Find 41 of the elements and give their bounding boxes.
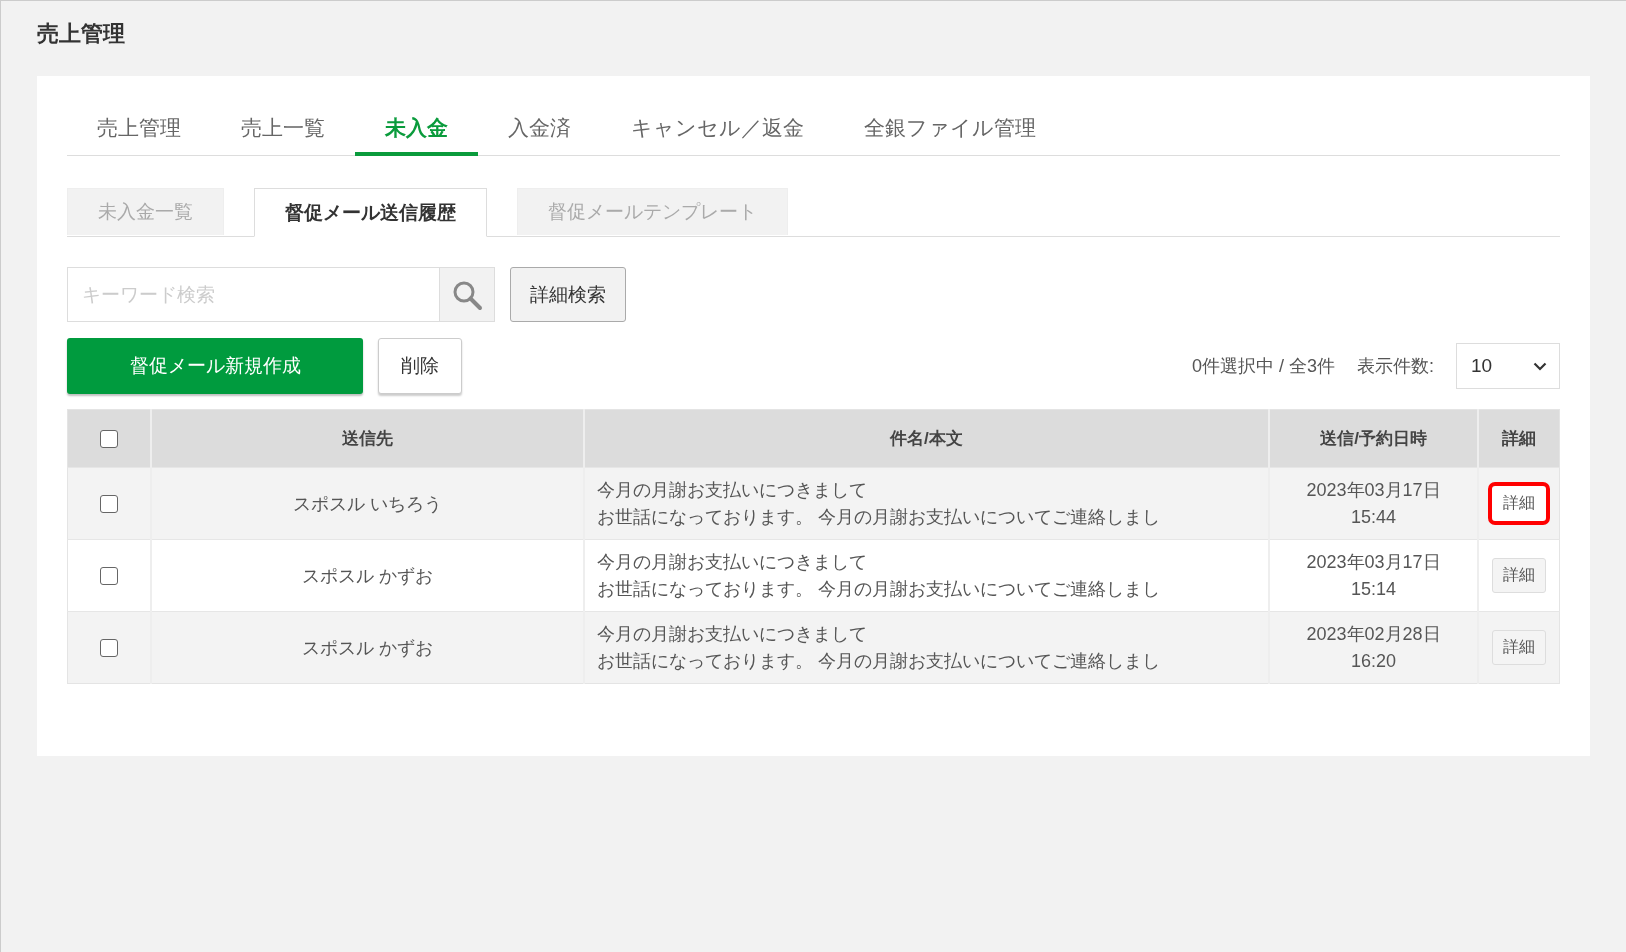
sent-date: 2023年03月17日	[1305, 550, 1442, 574]
column-header: 件名/本文	[583, 409, 1270, 468]
recipient-cell: スポスル いちろう	[151, 467, 584, 540]
checkbox[interactable]	[100, 495, 118, 514]
chevron-down-icon	[1533, 361, 1547, 371]
nav-tab[interactable]: 売上一覧	[211, 114, 355, 156]
sent-time: 16:20	[1350, 649, 1398, 673]
checkbox[interactable]	[100, 567, 118, 586]
search-button[interactable]	[439, 267, 495, 322]
sent-time: 15:44	[1350, 505, 1398, 529]
column-header: 送信先	[151, 409, 584, 468]
recipient-cell: スポスル かずお	[151, 539, 584, 612]
detail-button[interactable]: 詳細	[1492, 630, 1546, 665]
nav-tab[interactable]: 入金済	[478, 114, 601, 156]
subject-text: 今月の月謝お支払いにつきまして	[596, 550, 868, 574]
nav-tab[interactable]: 売上管理	[67, 114, 211, 156]
body-preview: お世話になっております。 今月の月謝お支払いについてご連絡しまし	[596, 577, 1161, 601]
page-title: 売上管理	[37, 20, 126, 48]
body-preview: お世話になっております。 今月の月謝お支払いについてご連絡しまし	[596, 649, 1161, 673]
page-size-select[interactable]: 10	[1456, 343, 1560, 389]
sub-tab[interactable]: 督促メール送信履歴	[254, 188, 487, 237]
delete-button[interactable]: 削除	[378, 338, 462, 394]
nav-tab[interactable]: 全銀ファイル管理	[834, 114, 1066, 156]
nav-tab[interactable]: 未入金	[355, 114, 478, 156]
page-size-label: 表示件数:	[1357, 355, 1434, 378]
sent-date: 2023年03月17日	[1305, 478, 1442, 502]
column-header: 詳細	[1478, 409, 1560, 468]
recipient-cell: スポスル かずお	[151, 611, 584, 684]
sent-date: 2023年02月28日	[1305, 622, 1442, 646]
column-header: 送信/予約日時	[1269, 409, 1478, 468]
subject-text: 今月の月謝お支払いにつきまして	[596, 622, 868, 646]
subject-text: 今月の月謝お支払いにつきまして	[596, 478, 868, 502]
checkbox[interactable]	[100, 430, 118, 448]
detail-button[interactable]: 詳細	[1492, 558, 1546, 593]
advanced-search-button[interactable]: 詳細検索	[510, 267, 626, 322]
body-preview: お世話になっております。 今月の月謝お支払いについてご連絡しまし	[596, 505, 1161, 529]
nav-tab[interactable]: キャンセル／返金	[601, 114, 834, 156]
selection-count: 0件選択中 / 全3件	[1191, 355, 1335, 378]
create-email-button[interactable]: 督促メール新規作成	[67, 338, 363, 394]
checkbox[interactable]	[100, 639, 118, 658]
sent-time: 15:14	[1350, 577, 1398, 601]
